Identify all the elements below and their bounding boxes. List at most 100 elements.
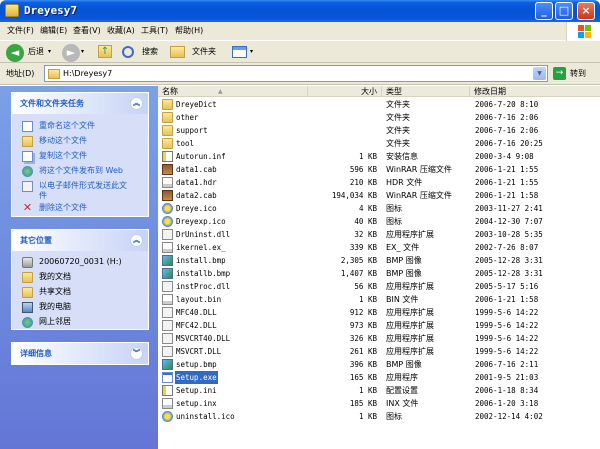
file-type: 配置设置 bbox=[386, 386, 418, 395]
file-row[interactable]: MFC40.DLL 912 KB 应用程序扩展 1999-5-6 14:22 bbox=[158, 306, 600, 319]
file-row[interactable]: data2.cab 194,034 KB WinRAR 压缩文件 2006-1-21 … bbox=[158, 189, 600, 202]
task-label: 复制这个文件 bbox=[39, 151, 87, 160]
file-row[interactable]: Setup.ini 1 KB 配置设置 2006-1-18 8:34 bbox=[158, 384, 600, 397]
collapse-chevron-icon[interactable]: ︽ bbox=[130, 234, 143, 247]
file-name: uninstall.ico bbox=[176, 412, 235, 421]
bmp-image-icon bbox=[162, 268, 173, 279]
file-date: 2004-12-30 7:07 bbox=[475, 217, 543, 226]
file-row[interactable]: MSVCRT.DLL 261 KB 应用程序扩展 1999-5-6 14:22 bbox=[158, 345, 600, 358]
address-dropdown-button[interactable]: ▼ bbox=[533, 67, 546, 80]
column-type[interactable]: 类型 bbox=[382, 86, 470, 97]
file-row[interactable]: data1.cab 596 KB WinRAR 压缩文件 2006-1-21 1:55 bbox=[158, 163, 600, 176]
drive-icon bbox=[22, 257, 33, 268]
file-row[interactable]: setup.inx 185 KB INX 文件 2006-1-20 3:18 bbox=[158, 397, 600, 410]
file-row[interactable]: other 文件夹 2006-7-16 2:06 bbox=[158, 111, 600, 124]
network-icon bbox=[22, 317, 33, 328]
file-row[interactable]: support 文件夹 2006-7-16 2:06 bbox=[158, 124, 600, 137]
go-button[interactable]: → 转到 bbox=[553, 67, 597, 82]
menu-favorites[interactable]: 收藏(A) bbox=[107, 25, 135, 37]
file-size: 973 KB bbox=[349, 321, 377, 330]
file-row[interactable]: installb.bmp 1,407 KB BMP 图像 2005-12-28 3:3… bbox=[158, 267, 600, 280]
close-button[interactable]: × bbox=[577, 2, 595, 20]
menu-view[interactable]: 查看(V) bbox=[73, 25, 101, 37]
file-date: 1999-5-6 14:22 bbox=[475, 321, 539, 330]
file-row[interactable]: MSVCRT40.DLL 326 KB 应用程序扩展 1999-5-6 14:22 bbox=[158, 332, 600, 345]
minimize-button[interactable]: _ bbox=[535, 2, 553, 20]
file-size: 56 KB bbox=[354, 282, 377, 291]
file-tasks-header[interactable]: 文件和文件夹任务 ︽ bbox=[12, 93, 148, 114]
file-row[interactable]: ikernel.ex_ 339 KB EX_ 文件 2002-7-26 8:07 bbox=[158, 241, 600, 254]
other-places-header[interactable]: 其它位置 ︽ bbox=[12, 230, 148, 251]
file-row[interactable]: Setup.exe 165 KB 应用程序 2001-9-5 21:03 bbox=[158, 371, 600, 384]
file-list: 名称 ▲ 大小 类型 修改日期 DreyeDict 文件夹 2006-7-20 8:1… bbox=[158, 86, 600, 449]
file-date: 2006-7-20 8:10 bbox=[475, 100, 539, 109]
delete-x-icon: ✕ bbox=[22, 201, 33, 214]
file-row[interactable]: layout.bin 1 KB BIN 文件 2006-1-21 1:58 bbox=[158, 293, 600, 306]
file-date: 2006-1-21 1:58 bbox=[475, 295, 539, 304]
file-size: 326 KB bbox=[349, 334, 377, 343]
go-arrow-icon: → bbox=[553, 67, 566, 80]
file-size: 194,034 KB bbox=[331, 191, 377, 200]
ico-icon bbox=[162, 216, 173, 227]
file-size: 185 KB bbox=[349, 399, 377, 408]
menu-bar: 文件(F) 编辑(E) 查看(V) 收藏(A) 工具(T) 帮助(H) bbox=[0, 22, 600, 41]
file-date: 2006-7-16 2:06 bbox=[475, 113, 539, 122]
place-label: 我的文档 bbox=[39, 272, 71, 281]
file-size: 396 KB bbox=[349, 360, 377, 369]
menu-file[interactable]: 文件(F) bbox=[7, 25, 34, 37]
file-row[interactable]: Dreye.ico 4 KB 图标 2003-11-27 2:41 bbox=[158, 202, 600, 215]
column-date[interactable]: 修改日期 bbox=[470, 86, 600, 97]
file-type: 应用程序扩展 bbox=[386, 308, 434, 317]
file-name: MFC40.DLL bbox=[176, 308, 217, 317]
file-row[interactable]: instProc.dll 56 KB 应用程序扩展 2005-5-17 5:16 bbox=[158, 280, 600, 293]
file-row[interactable]: tool 文件夹 2006-7-16 20:25 bbox=[158, 137, 600, 150]
title-bar[interactable]: Dreyesy7 _ □ × bbox=[0, 0, 600, 22]
dll-icon bbox=[162, 320, 173, 331]
file-row[interactable]: setup.bmp 396 KB BMP 图像 2006-7-16 2:11 bbox=[158, 358, 600, 371]
search-button[interactable]: 搜索 bbox=[120, 43, 164, 61]
menu-edit[interactable]: 编辑(E) bbox=[40, 25, 67, 37]
search-label: 搜索 bbox=[142, 47, 158, 56]
folder-icon bbox=[162, 138, 173, 149]
menu-help[interactable]: 帮助(H) bbox=[175, 25, 203, 37]
chevron-down-icon: ▾ bbox=[250, 48, 254, 55]
file-type: 文件夹 bbox=[386, 126, 410, 135]
dll-icon bbox=[162, 346, 173, 357]
views-button[interactable]: ▾ bbox=[230, 43, 258, 61]
back-button[interactable]: ◄ 后退 ▾ bbox=[4, 43, 54, 62]
column-size[interactable]: 大小 bbox=[308, 86, 382, 97]
file-size: 1 KB bbox=[358, 412, 377, 421]
file-row[interactable]: MFC42.DLL 973 KB 应用程序扩展 1999-5-6 14:22 bbox=[158, 319, 600, 332]
file-icon bbox=[162, 242, 173, 253]
menu-tools[interactable]: 工具(T) bbox=[141, 25, 168, 37]
up-folder-button[interactable]: ↑ bbox=[96, 43, 114, 61]
folder-icon bbox=[162, 112, 173, 123]
views-icon bbox=[232, 46, 247, 58]
column-name[interactable]: 名称 ▲ bbox=[158, 86, 308, 97]
file-row[interactable]: Autorun.inf 1 KB 安装信息 2000-3-4 9:08 bbox=[158, 150, 600, 163]
address-input[interactable]: H:\Dreyesy7 ▼ bbox=[44, 65, 548, 82]
file-row[interactable]: install.bmp 2,305 KB BMP 图像 2005-12-28 3:31 bbox=[158, 254, 600, 267]
file-row[interactable]: DreyeDict 文件夹 2006-7-20 8:10 bbox=[158, 98, 600, 111]
file-row[interactable]: DrUninst.dll 32 KB 应用程序扩展 2003-10-28 5:35 bbox=[158, 228, 600, 241]
dll-icon bbox=[162, 333, 173, 344]
file-name: tool bbox=[176, 139, 195, 148]
file-name: DrUninst.dll bbox=[176, 230, 231, 239]
expand-chevron-icon[interactable]: ︾ bbox=[130, 347, 143, 360]
file-row[interactable]: data1.hdr 210 KB HDR 文件 2006-1-21 1:55 bbox=[158, 176, 600, 189]
file-date: 2003-10-28 5:35 bbox=[475, 230, 543, 239]
maximize-button[interactable]: □ bbox=[555, 2, 573, 20]
file-type: 应用程序扩展 bbox=[386, 347, 434, 356]
folders-button[interactable]: 文件夹 bbox=[168, 43, 224, 61]
collapse-chevron-icon[interactable]: ︽ bbox=[130, 97, 143, 110]
file-icon bbox=[162, 294, 173, 305]
file-name: instProc.dll bbox=[176, 282, 231, 291]
place-label: 网上邻居 bbox=[39, 317, 71, 326]
file-size: 596 KB bbox=[349, 165, 377, 174]
file-name: installb.bmp bbox=[176, 269, 231, 278]
folder-icon bbox=[162, 125, 173, 136]
file-row[interactable]: uninstall.ico 1 KB 图标 2002-12-14 4:02 bbox=[158, 410, 600, 423]
details-header[interactable]: 详细信息 ︾ bbox=[12, 343, 148, 364]
forward-button[interactable]: ► ▾ bbox=[60, 43, 86, 62]
file-row[interactable]: Dreyexp.ico 40 KB 图标 2004-12-30 7:07 bbox=[158, 215, 600, 228]
